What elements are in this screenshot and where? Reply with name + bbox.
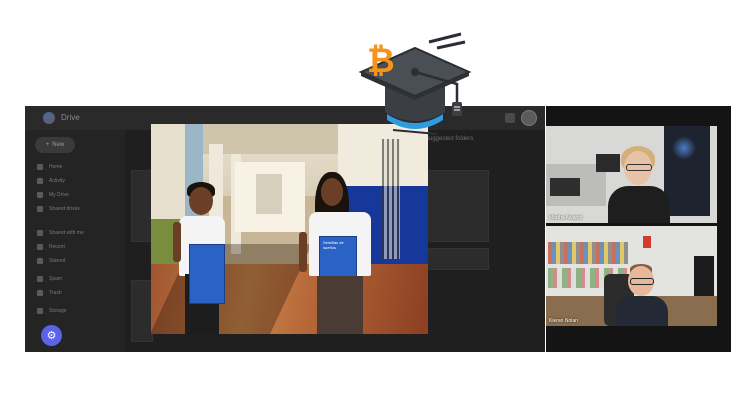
sidebar-item-activity[interactable]: Activity [37,176,65,186]
file-thumbnail[interactable] [427,170,489,242]
participant-name: Martha Alvarez [549,215,583,221]
drive-logo-icon [43,112,55,124]
sidebar-item-shared-with-me[interactable]: Shared with me [37,228,84,238]
video-tiles: Martha Alvarez Kieran Nolan [546,106,731,352]
participant-tile[interactable]: Kieran Nolan [546,226,717,326]
participant-tile[interactable]: Martha Alvarez [546,126,717,223]
sidebar-item-trash[interactable]: Trash [37,288,62,298]
activity-icon [37,178,43,184]
book-title: Semillas de sueños [323,240,344,250]
drive-sidebar: + New Home Activity My Drive Shared driv… [25,130,125,352]
star-icon [37,258,43,264]
people-icon [37,230,43,236]
cloud-icon [37,308,43,314]
new-button[interactable]: + New [35,137,75,153]
drive-icon [37,192,43,198]
photo-window-grill [382,139,400,259]
photo-book [189,244,225,304]
svg-text:₿: ₿ [367,41,395,81]
sidebar-item-my-drive[interactable]: My Drive [37,190,69,200]
bitcoin-graduation-cap-icon: ₿ [358,32,472,135]
shared-drive-icon [37,206,43,212]
new-button-label: New [52,142,65,148]
sidebar-item-home[interactable]: Home [37,162,62,172]
spam-icon [37,276,43,282]
file-thumbnail[interactable] [131,280,153,342]
file-thumbnail[interactable] [427,248,489,270]
home-icon [37,164,43,170]
clock-icon [37,244,43,250]
avatar[interactable] [521,110,537,126]
sidebar-item-spam[interactable]: Spam [37,274,62,284]
shared-photo: Semillas de sueños [151,124,428,334]
drive-title: Drive [61,113,80,122]
plus-icon: + [45,142,50,148]
sidebar-item-recent[interactable]: Recent [37,242,65,252]
gear-icon[interactable]: ⚙ [41,325,62,346]
settings-icon[interactable] [505,113,515,123]
sidebar-item-starred[interactable]: Starred [37,256,65,266]
sidebar-item-shared-drives[interactable]: Shared drives [37,204,80,214]
sidebar-item-storage[interactable]: Storage [37,306,67,316]
participant-name: Kieran Nolan [549,318,578,324]
photo-corridor-end [256,174,282,214]
file-thumbnail[interactable] [131,170,153,242]
trash-icon [37,290,43,296]
